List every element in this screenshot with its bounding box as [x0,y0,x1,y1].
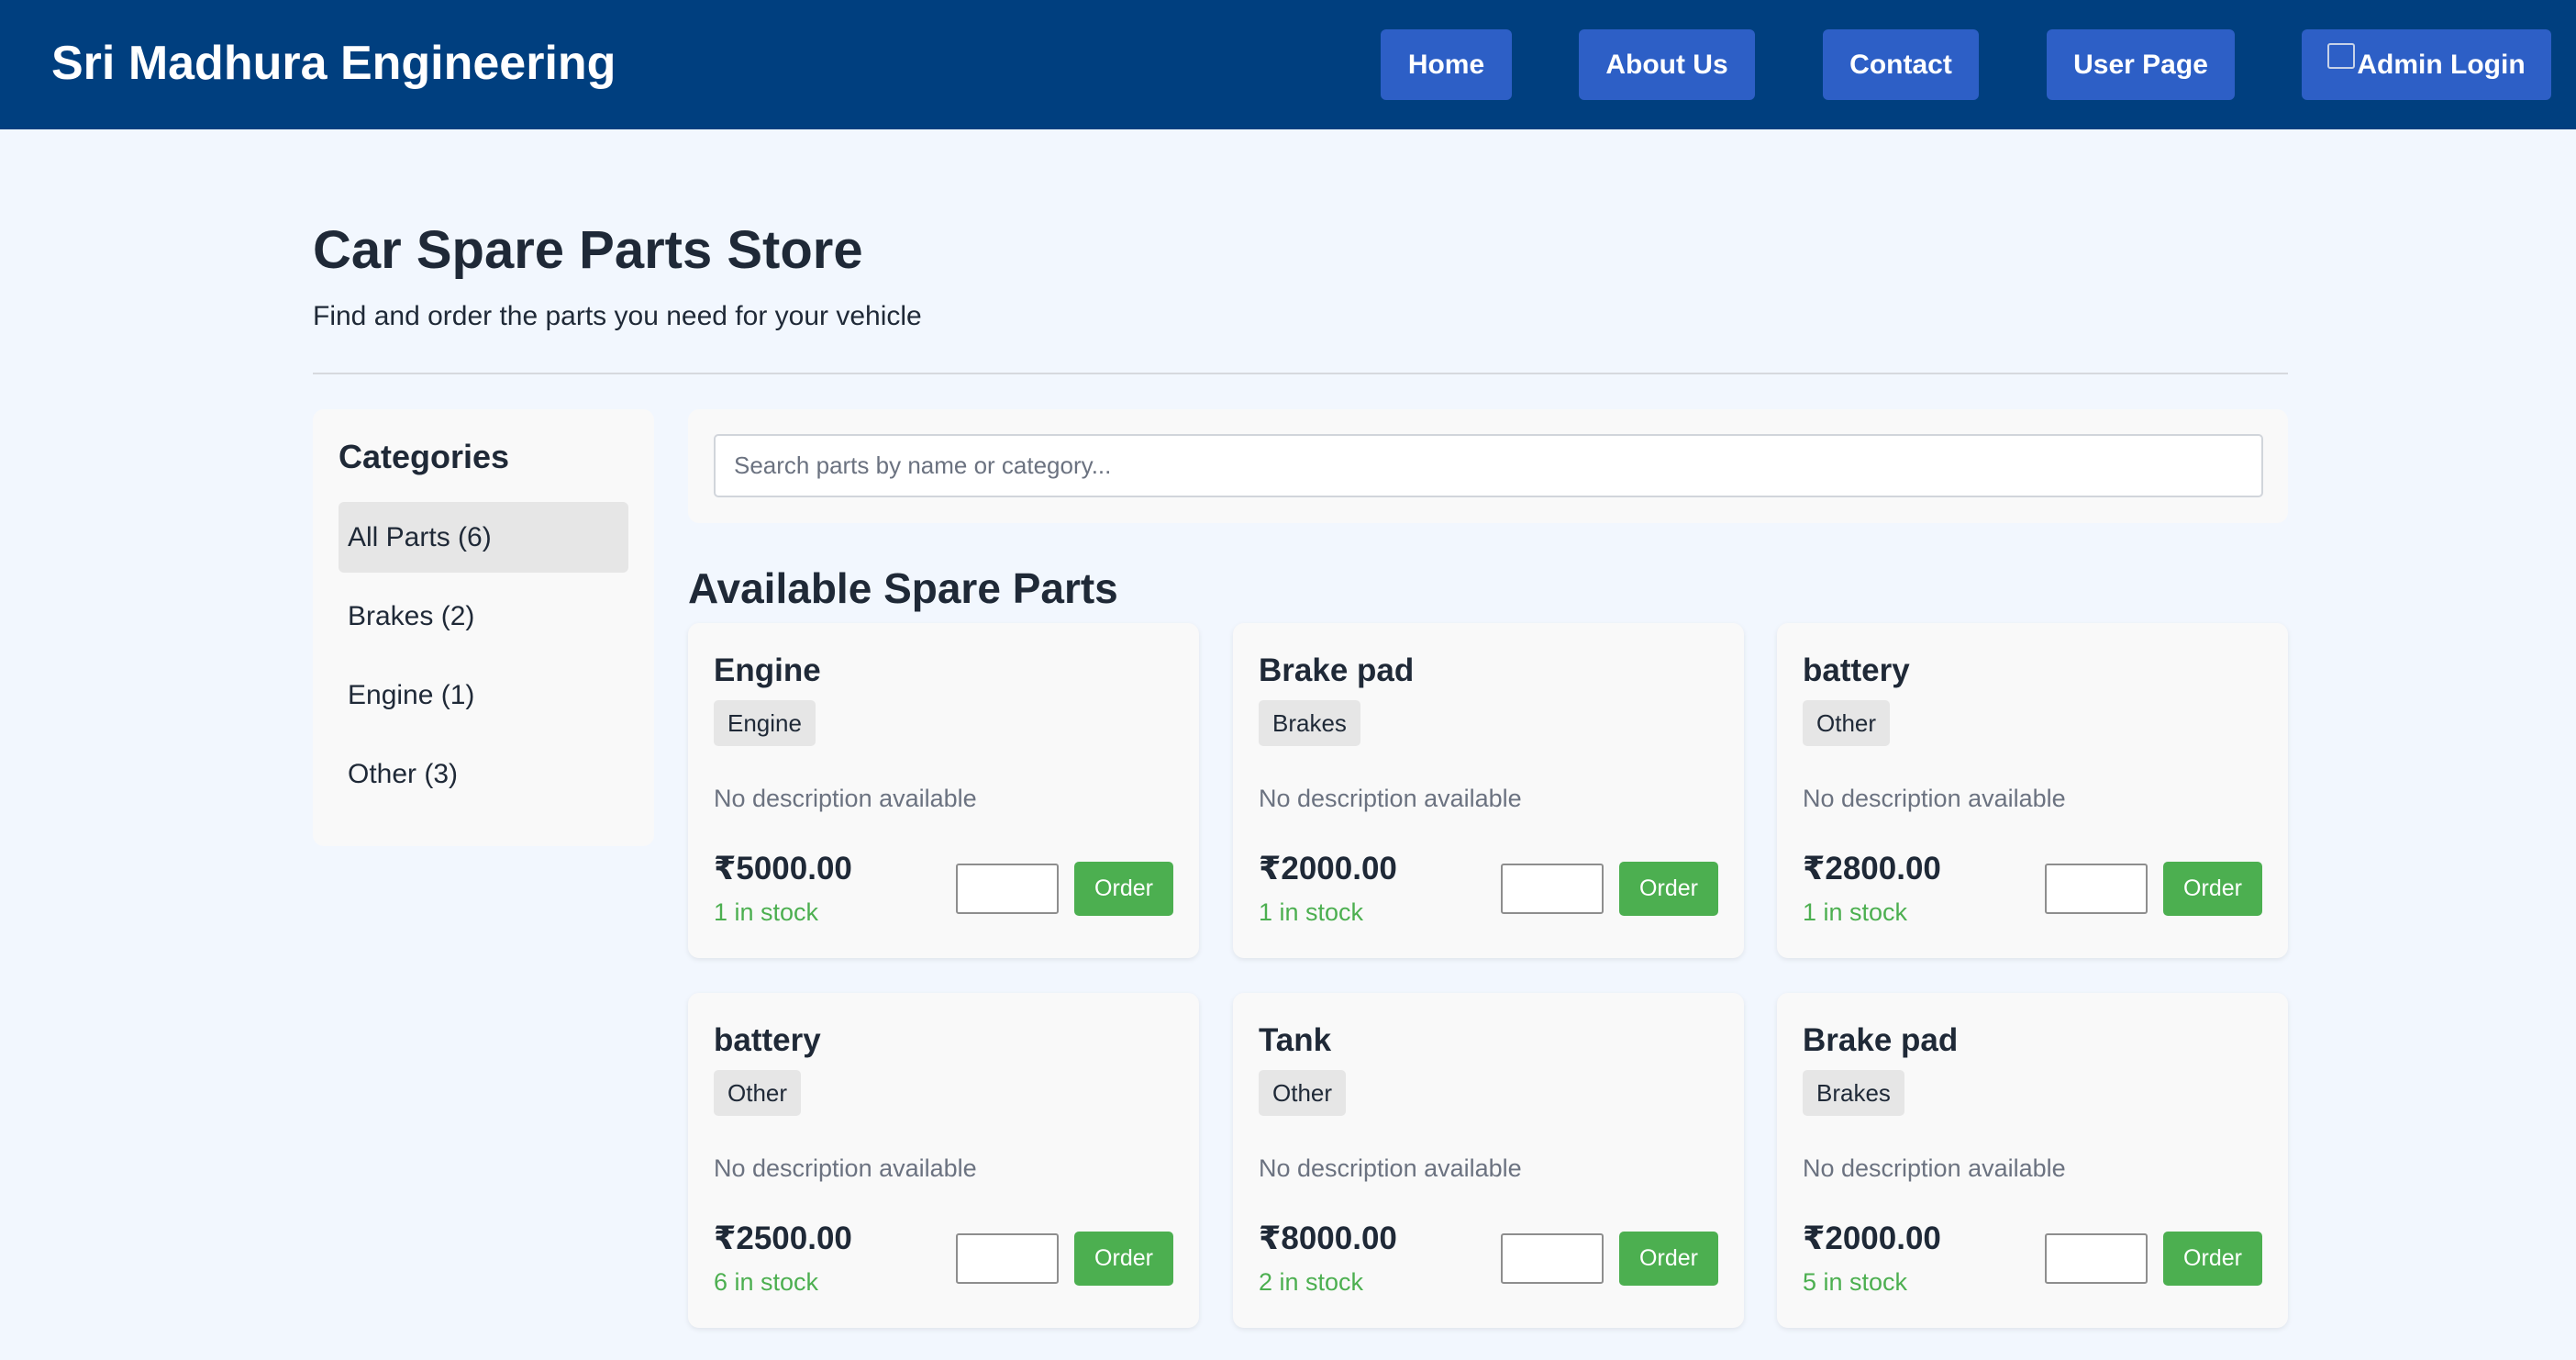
part-stock: 2 in stock [1259,1268,1364,1296]
part-description: No description available [714,1154,977,1182]
order-button[interactable]: Order [1619,1232,1718,1286]
part-card: Engine Engine No description available ₹… [688,623,1199,958]
nav-about-us-button[interactable]: About Us [1579,29,1755,100]
search-panel [688,409,2288,523]
category-item-all-parts[interactable]: All Parts (6) [339,502,628,573]
site-brand[interactable]: Sri Madhura Engineering [51,33,616,94]
order-button[interactable]: Order [1074,862,1173,916]
nav-user-page-button[interactable]: User Page [2047,29,2235,100]
part-price: ₹2000.00 [1259,851,1397,886]
part-card: Brake pad Brakes No description availabl… [1233,623,1744,958]
part-category-badge: Other [1803,700,1891,746]
admin-login-label: Admin Login [2357,49,2526,80]
quantity-input[interactable] [956,864,1059,914]
quantity-input[interactable] [956,1233,1059,1284]
part-description: No description available [1803,785,2066,812]
part-name: Brake pad [1803,1022,1959,1058]
part-category-badge: Other [1259,1070,1347,1116]
part-category-badge: Brakes [1259,700,1360,746]
categories-sidebar: Categories All Parts (6) Brakes (2) Engi… [313,409,654,846]
nav-contact-button[interactable]: Contact [1823,29,1979,100]
category-item-engine[interactable]: Engine (1) [339,660,628,730]
part-name: Engine [714,652,821,688]
order-button[interactable]: Order [1074,1232,1173,1286]
category-item-brakes[interactable]: Brakes (2) [339,581,628,652]
part-card: battery Other No description available ₹… [1777,623,2288,958]
part-name: battery [1803,652,1910,688]
quantity-input[interactable] [2045,864,2148,914]
broken-image-icon [2327,42,2356,69]
part-stock: 6 in stock [714,1268,819,1296]
part-description: No description available [1803,1154,2066,1182]
categories-heading: Categories [339,438,510,475]
quantity-input[interactable] [2045,1233,2148,1284]
part-stock: 1 in stock [714,898,819,926]
nav-home-button[interactable]: Home [1381,29,1512,100]
part-description: No description available [714,785,977,812]
part-card: battery Other No description available ₹… [688,993,1199,1328]
quantity-input[interactable] [1501,1233,1604,1284]
part-price: ₹2800.00 [1803,851,1941,886]
order-button[interactable]: Order [2163,1232,2262,1286]
part-category-badge: Other [714,1070,802,1116]
parts-section-title: Available Spare Parts [688,564,1118,612]
part-card: Brake pad Brakes No description availabl… [1777,993,2288,1328]
admin-login-button[interactable]: Admin Login [2302,29,2551,100]
part-name: Tank [1259,1022,1332,1058]
part-card: Tank Other No description available ₹800… [1233,993,1744,1328]
part-stock: 5 in stock [1803,1268,1908,1296]
category-item-other[interactable]: Other (3) [339,739,628,809]
divider [313,373,2288,374]
search-input[interactable] [714,434,2263,497]
part-name: Brake pad [1259,652,1415,688]
page-subtitle: Find and order the parts you need for yo… [313,301,922,331]
part-stock: 1 in stock [1259,898,1364,926]
part-category-badge: Brakes [1803,1070,1904,1116]
part-price: ₹8000.00 [1259,1221,1397,1256]
order-button[interactable]: Order [2163,862,2262,916]
quantity-input[interactable] [1501,864,1604,914]
part-price: ₹5000.00 [714,851,852,886]
page-title: Car Spare Parts Store [313,220,863,280]
part-price: ₹2500.00 [714,1221,852,1256]
top-navbar: Sri Madhura Engineering Home About Us Co… [0,0,2576,129]
part-category-badge: Engine [714,700,816,746]
part-description: No description available [1259,785,1522,812]
part-name: battery [714,1022,821,1058]
part-stock: 1 in stock [1803,898,1908,926]
part-price: ₹2000.00 [1803,1221,1941,1256]
part-description: No description available [1259,1154,1522,1182]
order-button[interactable]: Order [1619,862,1718,916]
